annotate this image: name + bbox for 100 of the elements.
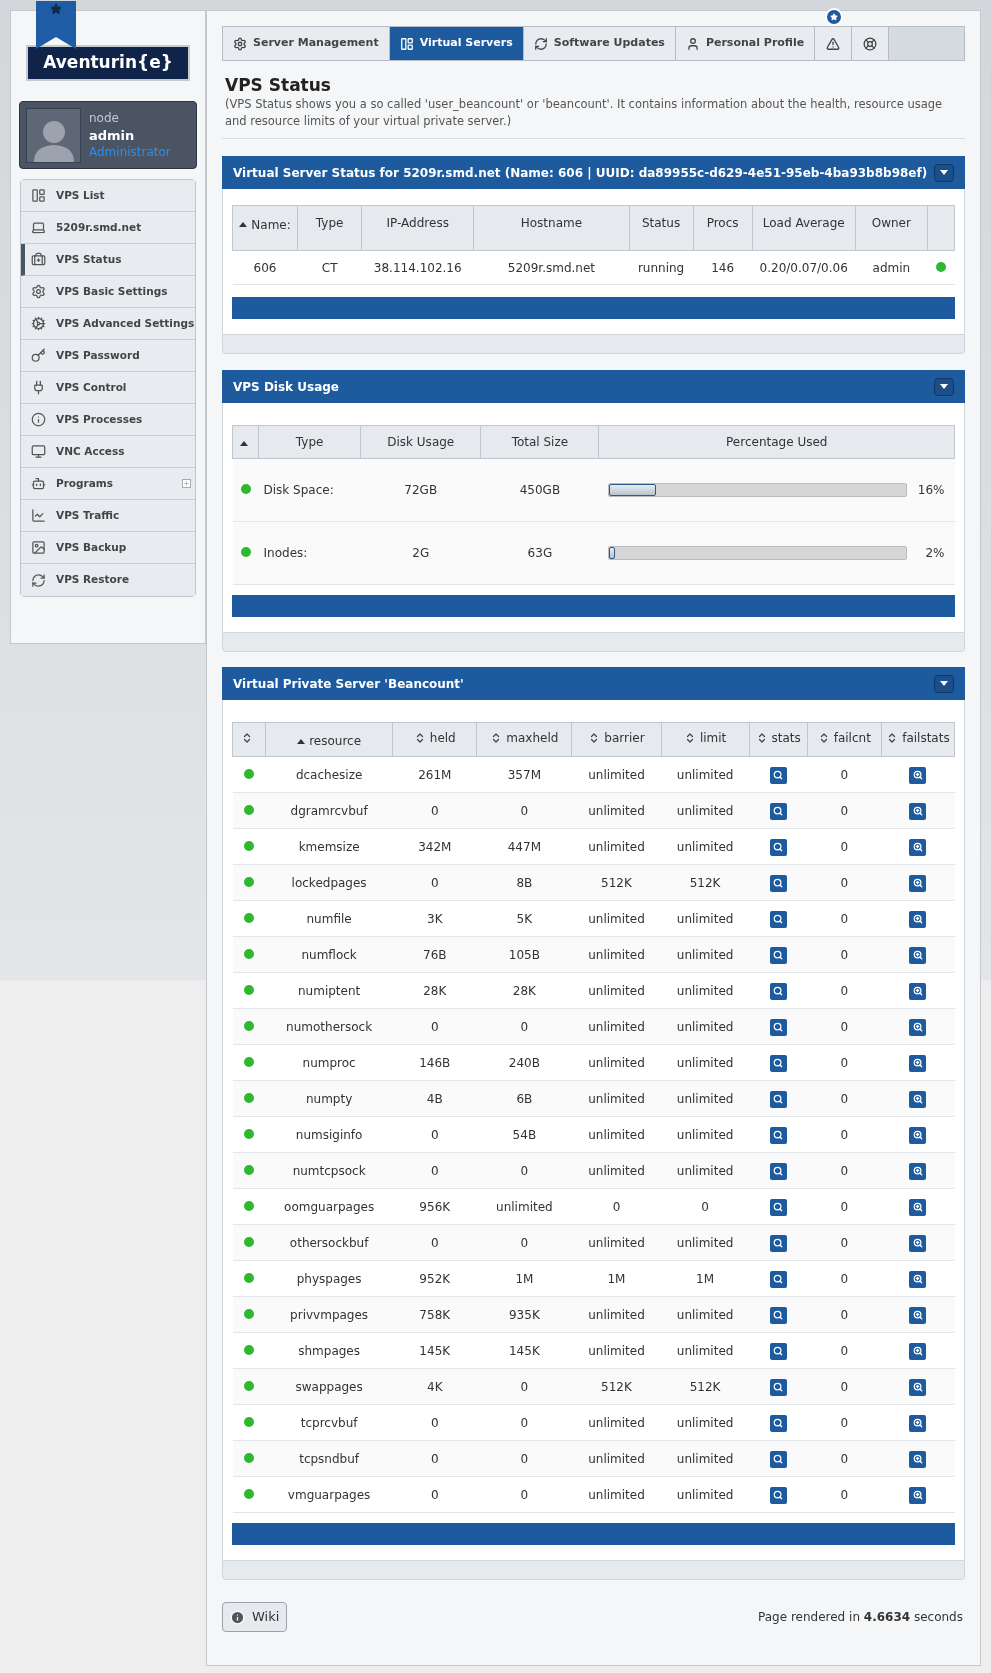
icon-tab[interactable]	[852, 27, 890, 60]
sidebar-item[interactable]: VPS List	[21, 180, 195, 212]
icon-tab[interactable]	[815, 27, 853, 60]
zoom-button[interactable]	[909, 1342, 927, 1360]
column-header[interactable]: barrier	[571, 722, 662, 757]
zoom-button[interactable]	[909, 910, 927, 928]
column-header[interactable]: failstats	[881, 722, 955, 757]
zoom-button[interactable]	[909, 1234, 927, 1252]
sidebar-item[interactable]: 5209r.smd.net	[21, 212, 195, 244]
search-button[interactable]	[769, 1270, 787, 1288]
wiki-button[interactable]: Wiki	[222, 1602, 288, 1632]
zoom-button[interactable]	[909, 766, 927, 784]
nav-tab[interactable]: Personal Profile	[675, 27, 816, 60]
zoom-button[interactable]	[909, 946, 927, 964]
zoom-button[interactable]	[909, 982, 927, 1000]
table-cell: 956K	[392, 1188, 477, 1225]
search-button[interactable]	[769, 1378, 787, 1396]
sidebar-item[interactable]: VPS Basic Settings	[21, 276, 195, 308]
table-cell: unlimited	[661, 792, 750, 829]
table-cell: unlimited	[661, 1224, 750, 1261]
sidebar-item[interactable]: VPS Control	[21, 372, 195, 404]
zoom-button[interactable]	[909, 802, 927, 820]
nav-tab[interactable]: Server Management	[223, 27, 390, 60]
search-button[interactable]	[769, 1162, 787, 1180]
search-button[interactable]	[769, 1306, 787, 1324]
search-button[interactable]	[769, 1450, 787, 1468]
zoom-button[interactable]	[909, 1090, 927, 1108]
search-button[interactable]	[769, 1126, 787, 1144]
search-button[interactable]	[769, 1198, 787, 1216]
zoom-button[interactable]	[909, 1054, 927, 1072]
search-button[interactable]	[769, 1234, 787, 1252]
zoom-button[interactable]	[909, 1450, 927, 1468]
column-header[interactable]: Type	[297, 205, 362, 251]
table-cell: 447M	[476, 828, 572, 865]
column-header[interactable]: resource	[265, 722, 393, 757]
search-button[interactable]	[769, 1054, 787, 1072]
search-button[interactable]	[769, 802, 787, 820]
sidebar-item[interactable]: VPS Advanced Settings	[21, 308, 195, 340]
zoom-button[interactable]	[909, 1486, 927, 1504]
zoom-button[interactable]	[909, 838, 927, 856]
column-header[interactable]: held	[392, 722, 477, 757]
zoom-button[interactable]	[909, 1306, 927, 1324]
table-cell: 342M	[392, 828, 477, 865]
sidebar-item[interactable]: VPS Processes	[21, 404, 195, 436]
column-header[interactable]: Disk Usage	[360, 425, 481, 459]
collapse-button[interactable]	[934, 674, 954, 693]
column-header[interactable]: failcnt	[807, 722, 882, 757]
zoom-button[interactable]	[909, 1198, 927, 1216]
zoom-button[interactable]	[909, 1018, 927, 1036]
zoom-button[interactable]	[909, 1414, 927, 1432]
search-button[interactable]	[769, 1342, 787, 1360]
sidebar-item[interactable]: VPS Status	[21, 244, 195, 276]
zoom-button[interactable]	[909, 1162, 927, 1180]
nav-tab[interactable]: Software Updates	[523, 27, 676, 60]
search-button[interactable]	[769, 946, 787, 964]
node-label: node	[89, 109, 120, 127]
search-button[interactable]	[769, 874, 787, 892]
table-cell: tcprcvbuf	[265, 1404, 393, 1441]
sidebar-item[interactable]: VPS Password	[21, 340, 195, 372]
sidebar-item[interactable]: VNC Access	[21, 436, 195, 468]
search-button[interactable]	[769, 1018, 787, 1036]
table-cell: unlimited	[571, 1296, 662, 1333]
search-button[interactable]	[769, 1090, 787, 1108]
column-header[interactable]: Procs	[693, 205, 753, 251]
collapse-button[interactable]	[934, 163, 954, 182]
column-header[interactable]: stats	[749, 722, 808, 757]
column-header[interactable]: Name:	[232, 205, 298, 251]
search-button[interactable]	[769, 1486, 787, 1504]
column-header[interactable]	[232, 425, 259, 459]
search-button[interactable]	[769, 982, 787, 1000]
zoom-button[interactable]	[909, 874, 927, 892]
column-header[interactable]: Hostname	[473, 205, 629, 251]
table-cell: othersockbuf	[265, 1224, 393, 1261]
column-header[interactable]: Percentage Used	[599, 425, 955, 459]
sidebar-item[interactable]: Programs	[21, 468, 195, 500]
search-button[interactable]	[769, 766, 787, 784]
sidebar-item[interactable]: VPS Restore	[21, 564, 195, 596]
sidebar-item[interactable]: VPS Backup	[21, 532, 195, 564]
table-cell: 5209r.smd.net	[473, 250, 629, 285]
search-button[interactable]	[769, 1414, 787, 1432]
column-header[interactable]: Total Size	[480, 425, 599, 459]
nav-tab[interactable]: Virtual Servers	[389, 27, 524, 60]
zoom-button[interactable]	[909, 1270, 927, 1288]
collapse-button[interactable]	[934, 377, 954, 396]
table-cell: 0	[807, 972, 882, 1009]
column-header[interactable]: Status	[629, 205, 694, 251]
search-button[interactable]	[769, 838, 787, 856]
table-cell: 0	[392, 1224, 477, 1261]
column-header[interactable]: Type	[258, 425, 361, 459]
column-header[interactable]: maxheld	[476, 722, 572, 757]
zoom-button[interactable]	[909, 1126, 927, 1144]
sidebar-item[interactable]: VPS Traffic	[21, 500, 195, 532]
column-header[interactable]: Owner	[855, 205, 928, 251]
column-header[interactable]: IP-Address	[361, 205, 474, 251]
table-cell: 0	[807, 1044, 882, 1081]
column-header[interactable]: Load Average	[752, 205, 856, 251]
zoom-button[interactable]	[909, 1378, 927, 1396]
table-cell: 0	[807, 1152, 882, 1189]
search-button[interactable]	[769, 910, 787, 928]
column-header[interactable]: limit	[661, 722, 750, 757]
